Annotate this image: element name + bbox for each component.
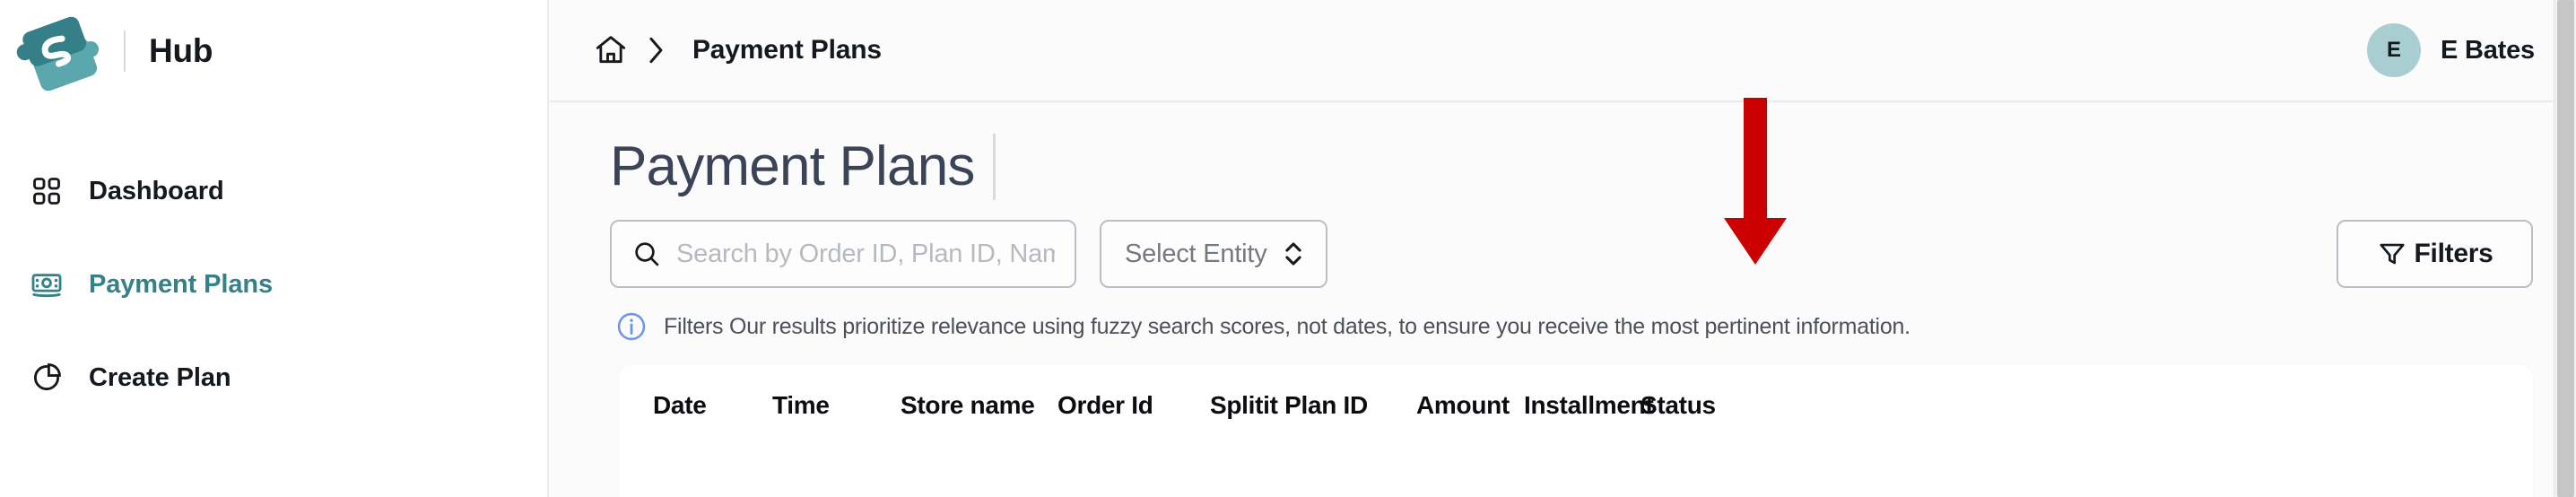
brand-name: Hub: [149, 32, 213, 69]
filters-button-label: Filters: [2414, 239, 2493, 268]
filters-button[interactable]: Filters: [2337, 220, 2533, 288]
column-header-plan-id[interactable]: Splitit Plan ID: [1210, 391, 1416, 420]
chevron-up-down-icon: [1283, 237, 1304, 271]
search-box[interactable]: [610, 220, 1076, 288]
sidebar-item-create-plan[interactable]: Create Plan: [0, 354, 547, 401]
breadcrumb: Payment Plans: [592, 31, 882, 69]
column-header-amount[interactable]: Amount: [1416, 391, 1524, 420]
user-name: E Bates: [2441, 35, 2535, 65]
splitit-logo-icon: [16, 3, 113, 100]
notice-banner: Filters Our results prioritize relevance…: [610, 308, 2533, 345]
content-area: Payment Plans Select Entity: [549, 102, 2576, 497]
app-root: Hub Dashboard Payment Plans Create Plan …: [0, 0, 2576, 497]
home-icon[interactable]: [592, 31, 630, 69]
main-area: Payment Plans E E Bates Payment Plans Se…: [549, 0, 2576, 497]
notice-text: Filters Our results prioritize relevance…: [664, 313, 1910, 339]
grid-icon: [29, 173, 65, 209]
entity-select[interactable]: Select Entity: [1100, 220, 1327, 288]
sidebar-item-label-payment-plans: Payment Plans: [89, 269, 274, 299]
sidebar-item-label-create-plan: Create Plan: [89, 362, 231, 392]
search-icon: [631, 239, 662, 269]
payment-plans-table: Date Time Store name Order Id Splitit Pl…: [619, 364, 2533, 497]
column-header-time[interactable]: Time: [772, 391, 901, 420]
sidebar: Hub Dashboard Payment Plans Create Plan: [0, 0, 549, 497]
page-title: Payment Plans: [610, 135, 975, 197]
column-header-installment[interactable]: Installment: [1524, 391, 1654, 420]
topbar: Payment Plans E E Bates: [549, 0, 2576, 102]
banknote-icon: [29, 266, 65, 302]
search-input[interactable]: [676, 239, 1055, 269]
column-header-order-id[interactable]: Order Id: [1057, 391, 1210, 420]
pie-chart-icon: [29, 360, 65, 396]
column-header-store-name[interactable]: Store name: [901, 391, 1057, 420]
column-header-date[interactable]: Date: [653, 391, 772, 420]
title-row: Payment Plans: [610, 102, 2533, 208]
chevron-right-icon: [644, 35, 667, 65]
title-divider: [992, 134, 996, 200]
brand[interactable]: Hub: [0, 0, 547, 102]
filter-bar: Select Entity Filter: [610, 220, 2533, 288]
table-header-row: Date Time Store name Order Id Splitit Pl…: [619, 364, 2533, 447]
page-scrollbar-thumb[interactable]: [2557, 0, 2574, 497]
brand-divider: [124, 31, 126, 72]
sidebar-item-dashboard[interactable]: Dashboard: [0, 168, 547, 214]
page-scrollbar[interactable]: [2554, 0, 2576, 497]
avatar: E: [2367, 23, 2421, 77]
funnel-icon: [2377, 239, 2407, 269]
column-header-status[interactable]: Status: [1640, 391, 1748, 420]
sidebar-nav: Dashboard Payment Plans Create Plan: [0, 168, 547, 448]
info-circle-icon: [615, 310, 648, 343]
sidebar-item-payment-plans[interactable]: Payment Plans: [0, 261, 547, 308]
sidebar-item-label-dashboard: Dashboard: [89, 176, 224, 205]
user-menu[interactable]: E E Bates: [2367, 23, 2542, 77]
breadcrumb-current: Payment Plans: [692, 35, 882, 65]
entity-select-label: Select Entity: [1125, 239, 1267, 268]
